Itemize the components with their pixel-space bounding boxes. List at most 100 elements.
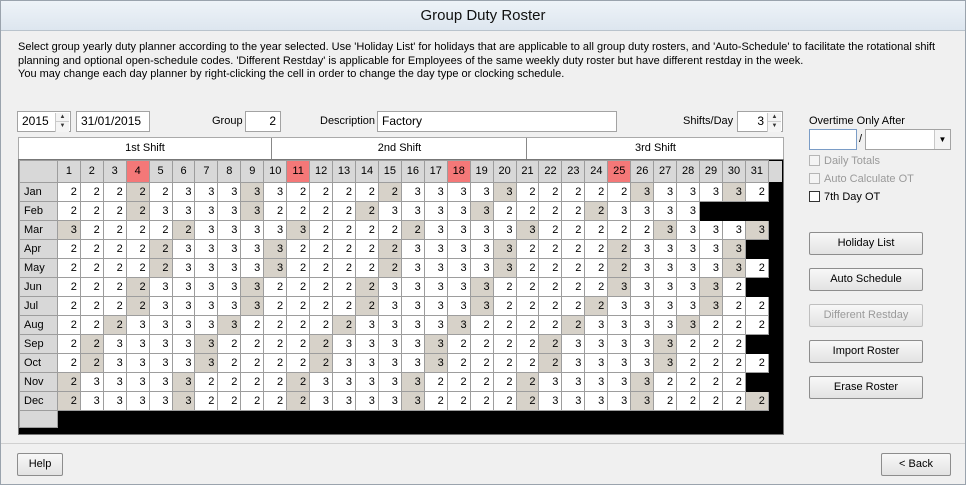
roster-cell[interactable]: 2 xyxy=(584,277,609,297)
roster-cell[interactable]: 2 xyxy=(538,258,563,278)
roster-cell[interactable]: 2 xyxy=(721,334,746,354)
roster-cell[interactable]: 3 xyxy=(217,315,242,335)
roster-cell[interactable]: 3 xyxy=(469,201,494,221)
roster-cell[interactable]: 2 xyxy=(263,334,288,354)
roster-cell[interactable]: 3 xyxy=(332,334,356,354)
roster-cell[interactable]: 2 xyxy=(102,182,127,202)
roster-cell[interactable]: 3 xyxy=(469,277,494,297)
roster-cell[interactable]: 2 xyxy=(538,182,563,202)
roster-cell[interactable]: 3 xyxy=(171,315,196,335)
roster-cell[interactable]: 3 xyxy=(721,239,746,259)
roster-cell[interactable]: 3 xyxy=(354,334,379,354)
roster-cell[interactable]: 2 xyxy=(676,391,701,411)
roster-cell[interactable]: 2 xyxy=(561,182,586,202)
roster-cell[interactable]: 2 xyxy=(492,334,517,354)
description-field[interactable]: Factory xyxy=(377,111,617,132)
roster-cell[interactable]: 3 xyxy=(171,353,196,373)
overtime-unit-select[interactable]: ▼ xyxy=(865,129,951,150)
roster-cell[interactable]: 2 xyxy=(102,277,127,297)
roster-cell[interactable]: 2 xyxy=(515,277,540,297)
roster-cell[interactable]: 3 xyxy=(630,277,655,297)
roster-cell[interactable]: 2 xyxy=(286,372,311,392)
roster-cell[interactable]: 3 xyxy=(148,353,173,373)
roster-cell[interactable]: 2 xyxy=(102,220,127,240)
roster-cell[interactable]: 2 xyxy=(79,258,104,278)
roster-cell[interactable]: 3 xyxy=(148,201,173,221)
roster-cell[interactable]: 2 xyxy=(607,220,632,240)
help-button[interactable]: Help xyxy=(17,453,63,476)
roster-cell[interactable]: 2 xyxy=(125,258,150,278)
roster-cell[interactable]: 2 xyxy=(607,239,632,259)
roster-cell[interactable]: 2 xyxy=(354,220,379,240)
roster-cell[interactable]: 2 xyxy=(286,334,311,354)
spin-up-icon[interactable]: ▲ xyxy=(56,113,69,122)
roster-cell[interactable]: 3 xyxy=(744,220,769,240)
roster-cell[interactable]: 2 xyxy=(515,353,540,373)
roster-cell[interactable]: 2 xyxy=(332,258,356,278)
roster-cell[interactable]: 2 xyxy=(354,277,379,297)
roster-cell[interactable]: 2 xyxy=(446,372,471,392)
roster-cell[interactable]: 2 xyxy=(240,315,265,335)
roster-cell[interactable]: 3 xyxy=(377,353,402,373)
roster-cell[interactable]: 2 xyxy=(332,315,356,335)
roster-cell[interactable]: 3 xyxy=(653,201,678,221)
chevron-down-icon[interactable]: ▼ xyxy=(934,130,950,149)
roster-cell[interactable]: 2 xyxy=(721,277,746,297)
roster-cell[interactable]: 3 xyxy=(194,315,219,335)
roster-cell[interactable]: 3 xyxy=(607,296,632,316)
roster-cell[interactable]: 2 xyxy=(79,220,104,240)
roster-cell[interactable]: 3 xyxy=(423,258,448,278)
year-spinner[interactable]: 2015 ▲ ▼ xyxy=(17,111,71,132)
roster-cell[interactable]: 2 xyxy=(584,182,609,202)
roster-cell[interactable]: 3 xyxy=(607,391,632,411)
roster-cell[interactable]: 3 xyxy=(354,391,379,411)
roster-cell[interactable]: 2 xyxy=(699,334,723,354)
roster-cell[interactable]: 2 xyxy=(56,334,81,354)
roster-cell[interactable]: 3 xyxy=(653,334,678,354)
roster-cell[interactable]: 3 xyxy=(79,391,104,411)
roster-cell[interactable]: 3 xyxy=(492,258,517,278)
roster-cell[interactable]: 3 xyxy=(102,353,127,373)
roster-cell[interactable]: 3 xyxy=(469,239,494,259)
roster-cell[interactable]: 3 xyxy=(171,201,196,221)
roster-cell[interactable]: 2 xyxy=(217,353,242,373)
holiday-list-button[interactable]: Holiday List xyxy=(809,232,923,255)
roster-cell[interactable]: 3 xyxy=(676,258,701,278)
roster-cell[interactable]: 3 xyxy=(630,239,655,259)
roster-cell[interactable]: 2 xyxy=(194,391,219,411)
roster-cell[interactable]: 2 xyxy=(699,353,723,373)
roster-cell[interactable]: 2 xyxy=(56,391,81,411)
roster-cell[interactable]: 2 xyxy=(584,258,609,278)
roster-cell[interactable]: 3 xyxy=(446,220,471,240)
roster-cell[interactable]: 3 xyxy=(699,296,723,316)
roster-cell[interactable]: 3 xyxy=(377,201,402,221)
roster-cell[interactable]: 2 xyxy=(309,258,334,278)
roster-cell[interactable]: 2 xyxy=(148,220,173,240)
roster-cell[interactable]: 2 xyxy=(79,315,104,335)
roster-cell[interactable]: 2 xyxy=(492,201,517,221)
roster-cell[interactable]: 3 xyxy=(630,353,655,373)
roster-cell[interactable]: 3 xyxy=(653,258,678,278)
roster-cell[interactable]: 3 xyxy=(400,296,425,316)
roster-cell[interactable]: 3 xyxy=(171,182,196,202)
roster-cell[interactable]: 2 xyxy=(309,182,334,202)
roster-cell[interactable]: 3 xyxy=(607,372,632,392)
roster-cell[interactable]: 2 xyxy=(56,182,81,202)
roster-cell[interactable]: 2 xyxy=(515,201,540,221)
roster-cell[interactable]: 3 xyxy=(630,182,655,202)
roster-cell[interactable]: 3 xyxy=(240,258,265,278)
roster-cell[interactable]: 3 xyxy=(423,353,448,373)
roster-cell[interactable]: 3 xyxy=(171,334,196,354)
roster-cell[interactable]: 2 xyxy=(56,201,81,221)
roster-cell[interactable]: 2 xyxy=(217,391,242,411)
roster-cell[interactable]: 3 xyxy=(699,258,723,278)
roster-cell[interactable]: 2 xyxy=(446,353,471,373)
roster-cell[interactable]: 3 xyxy=(721,182,746,202)
roster-cell[interactable]: 3 xyxy=(332,353,356,373)
roster-cell[interactable]: 3 xyxy=(400,391,425,411)
roster-cell[interactable]: 3 xyxy=(469,296,494,316)
roster-cell[interactable]: 3 xyxy=(584,372,609,392)
roster-cell[interactable]: 3 xyxy=(171,372,196,392)
auto-schedule-button[interactable]: Auto Schedule xyxy=(809,268,923,291)
roster-cell[interactable]: 2 xyxy=(538,201,563,221)
